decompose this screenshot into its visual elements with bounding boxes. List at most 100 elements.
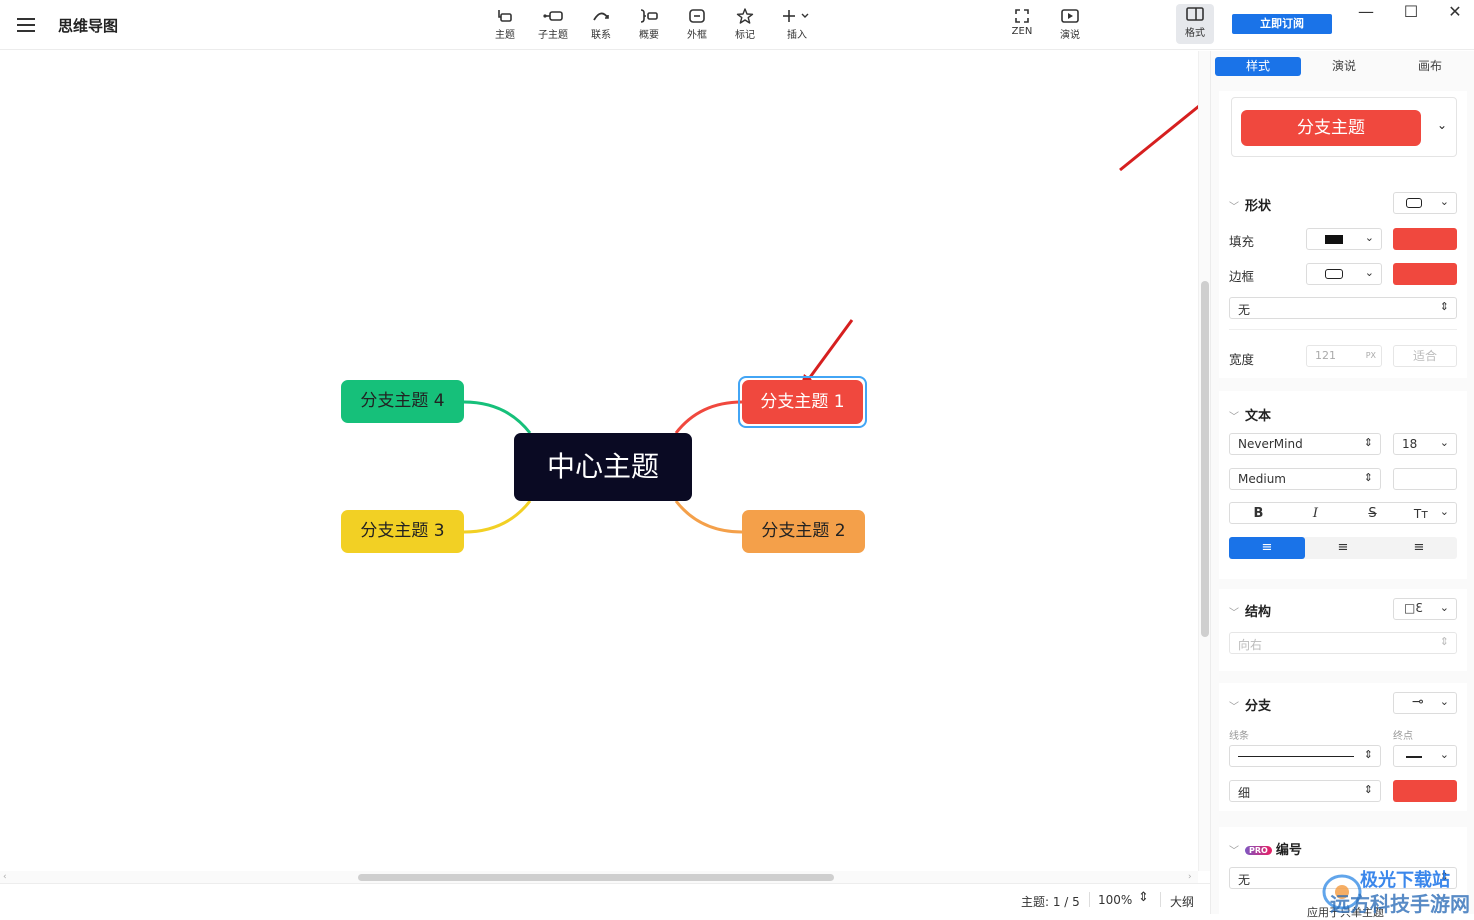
boundary-label: 外框	[687, 30, 707, 41]
subscribe-button[interactable]: 立即订阅	[1232, 14, 1332, 34]
line-thickness-select[interactable]: 细 ⇕	[1229, 780, 1381, 802]
border-shape-icon	[1325, 269, 1343, 279]
border-style-select[interactable]: 无 ⇕	[1229, 297, 1457, 319]
subtopic-icon	[543, 11, 563, 21]
horizontal-scrollbar[interactable]: ‹ ›	[0, 871, 1198, 883]
width-label: 宽度	[1229, 352, 1255, 367]
status-bar: 主题: 1 / 5 100% ⇕ 大纲	[0, 883, 1210, 914]
width-input[interactable]: 121 PX	[1306, 345, 1382, 367]
subtopic-label: 子主题	[538, 30, 568, 41]
subtopic-button[interactable]: 子主题	[531, 6, 575, 46]
font-family-select[interactable]: NeverMind ⇕	[1229, 433, 1381, 455]
solid-line-icon	[1238, 756, 1354, 757]
rounded-rect-icon	[1406, 198, 1422, 208]
line-style-select[interactable]: ⇕	[1229, 745, 1381, 767]
shape-section: ﹀ 形状 ⌄ 填充 ⌄ 边框 ⌄ 无 ⇕ 宽度 121 PX 适合	[1219, 183, 1467, 378]
outline-button[interactable]: 大纲	[1170, 893, 1194, 910]
structure-select[interactable]: □Ɛ ⌄	[1393, 598, 1457, 620]
boundary-button[interactable]: 外框	[675, 6, 719, 46]
structure-section: ﹀ 结构 □Ɛ ⌄ 向右 ⇕	[1219, 589, 1467, 671]
alignment-group: ≡ ≡ ≡	[1229, 537, 1457, 559]
fill-color-swatch[interactable]	[1393, 228, 1457, 250]
app-title: 思维导图	[58, 17, 119, 35]
branch-style-select[interactable]: ⊸ ⌄	[1393, 692, 1457, 714]
fill-type-select[interactable]: ⌄	[1306, 228, 1382, 250]
bold-button[interactable]: B	[1230, 503, 1287, 525]
text-title: ﹀ 文本	[1229, 409, 1272, 424]
minimize-icon[interactable]: —	[1351, 2, 1381, 22]
align-center-icon[interactable]: ≡	[1305, 537, 1381, 559]
watermark-logo: 极光下载站 远方科技手游网	[1320, 866, 1470, 916]
insert-button[interactable]: 插入	[775, 6, 819, 46]
branch-topic-3[interactable]: 分支主题 3	[341, 510, 464, 553]
panel-layout-icon	[1186, 7, 1204, 21]
tab-canvas[interactable]: 画布	[1387, 57, 1473, 76]
format-panel-button[interactable]: 格式	[1176, 4, 1214, 44]
tab-present[interactable]: 演说	[1301, 57, 1387, 76]
relationship-label: 联系	[591, 30, 611, 41]
tab-style[interactable]: 样式	[1215, 57, 1301, 76]
pro-badge: PRO	[1245, 846, 1272, 855]
branch-curve-icon: ⊸	[1412, 694, 1424, 710]
zoom-level[interactable]: 100%	[1098, 893, 1132, 907]
border-color-swatch[interactable]	[1393, 263, 1457, 285]
zoom-stepper-icon[interactable]: ⇕	[1138, 890, 1149, 905]
vertical-scrollbar[interactable]	[1198, 51, 1210, 871]
scroll-left-icon[interactable]: ‹	[3, 872, 7, 882]
panel-tabs: 样式 演说 画布	[1211, 55, 1474, 77]
close-icon[interactable]: ✕	[1440, 2, 1470, 22]
present-button[interactable]: 演说	[1048, 6, 1092, 46]
central-topic[interactable]: 中心主题	[514, 433, 692, 501]
solid-fill-icon	[1325, 235, 1343, 244]
text-section: ﹀ 文本 NeverMind ⇕ 18 ⌄ Medium ⇕ B I S Tт ⌄ ≡ …	[1219, 391, 1467, 579]
summary-icon	[640, 9, 658, 23]
text-color-swatch[interactable]	[1393, 468, 1457, 490]
branch-topic-2[interactable]: 分支主题 2	[742, 510, 865, 553]
line-label: 线条	[1229, 731, 1249, 742]
align-right-icon[interactable]: ≡	[1381, 537, 1457, 559]
maximize-icon[interactable]: ☐	[1396, 2, 1426, 22]
zen-button[interactable]: ZEN	[1000, 6, 1044, 46]
star-icon	[736, 8, 754, 24]
preview-dropdown-icon[interactable]: ⌄	[1437, 118, 1447, 132]
boundary-icon	[689, 9, 705, 23]
italic-button[interactable]: I	[1287, 503, 1344, 525]
format-panel: 样式 演说 画布 分支主题 ⌄ ﹀形状 ⌄ 填充 ⌄ 边框 ⌄ 无⇕ 宽度	[1210, 51, 1474, 919]
format-label: 格式	[1185, 28, 1205, 39]
line-end-icon	[1406, 756, 1422, 758]
topic-label: 主题	[495, 30, 515, 41]
marker-label: 标记	[735, 30, 755, 41]
align-left-icon[interactable]: ≡	[1229, 537, 1305, 559]
end-label: 终点	[1393, 731, 1413, 742]
topic-icon	[498, 10, 512, 22]
structure-title: ﹀ 结构	[1229, 605, 1272, 620]
fullscreen-icon	[1015, 9, 1029, 23]
branch-topic-4[interactable]: 分支主题 4	[341, 380, 464, 423]
branch-section: ﹀ 分支 ⊸ ⌄ 线条 终点 ⇕ ⌄ 细 ⇕	[1219, 683, 1467, 811]
font-weight-select[interactable]: Medium ⇕	[1229, 468, 1381, 490]
border-type-select[interactable]: ⌄	[1306, 263, 1382, 285]
border-label: 边框	[1229, 269, 1255, 284]
structure-direction-select[interactable]: 向右 ⇕	[1229, 632, 1457, 654]
line-end-select[interactable]: ⌄	[1393, 745, 1457, 767]
numbering-title: ﹀ PRO 编号	[1229, 843, 1302, 858]
text-case-button[interactable]: Tт	[1401, 503, 1441, 525]
branch-color-swatch[interactable]	[1393, 780, 1457, 802]
relationship-button[interactable]: 联系	[579, 6, 623, 46]
scroll-right-icon[interactable]: ›	[1188, 872, 1192, 882]
strikethrough-button[interactable]: S	[1344, 503, 1401, 525]
topic-count: 主题: 1 / 5	[1021, 895, 1080, 909]
topic-button[interactable]: 主题	[483, 6, 527, 46]
style-preview[interactable]: 分支主题	[1241, 110, 1421, 146]
vertical-scroll-thumb[interactable]	[1201, 281, 1209, 637]
fit-width-button[interactable]: 适合	[1393, 345, 1457, 367]
branch-topic-1[interactable]: 分支主题 1	[742, 380, 863, 424]
marker-button[interactable]: 标记	[723, 6, 767, 46]
structure-right-icon: □Ɛ	[1404, 601, 1423, 615]
summary-button[interactable]: 概要	[627, 6, 671, 46]
shape-select[interactable]: ⌄	[1393, 192, 1457, 214]
font-size-select[interactable]: 18 ⌄	[1393, 433, 1457, 455]
horizontal-scroll-thumb[interactable]	[358, 874, 834, 881]
text-case-dropdown-icon[interactable]: ⌄	[1440, 505, 1449, 518]
menu-icon[interactable]	[14, 14, 38, 36]
